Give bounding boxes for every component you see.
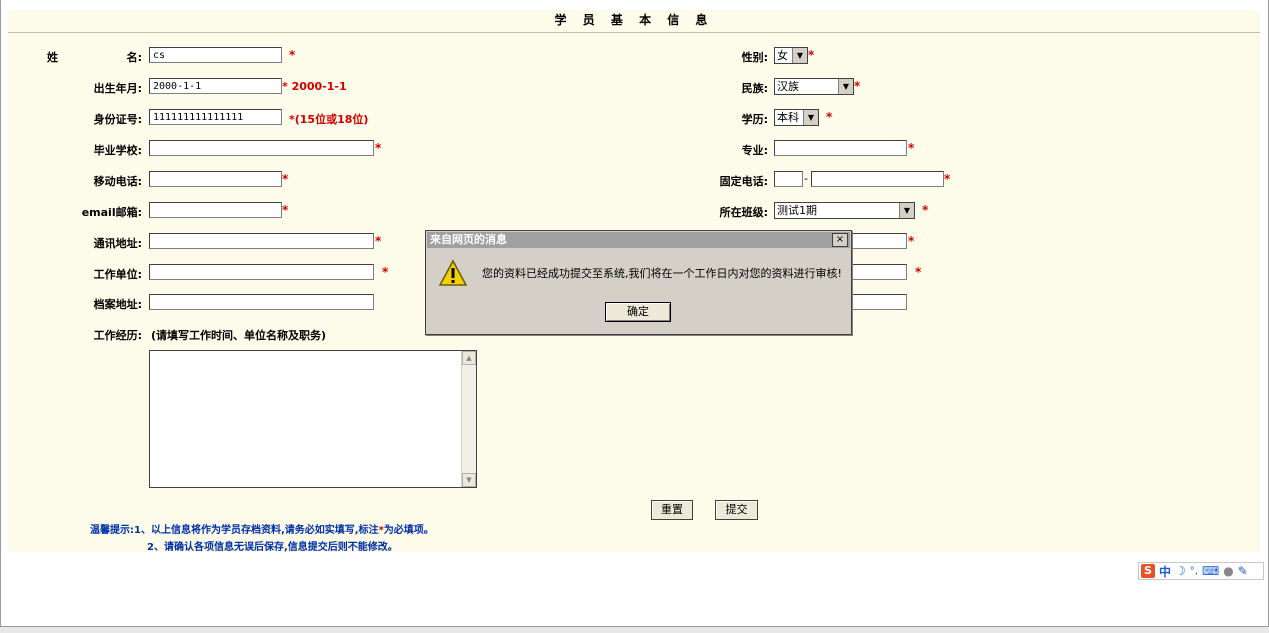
warning-icon [438,259,468,286]
scroll-up-arrow-icon[interactable]: ▲ [462,351,476,365]
education-label: 学历: [741,113,768,126]
experience-label: 工作经历: [93,329,142,342]
dropdown-arrow-icon: ▼ [899,203,914,218]
address-label: 通讯地址: [93,237,142,250]
right-field-1-required-mark: * [908,234,915,248]
alert-dialog: 来自网页的消息 × 您的资料已经成功提交至系统,我们将在一个工作日内对您的资料进… [425,230,852,335]
right-field-2-input[interactable] [850,264,907,280]
gender-select[interactable]: 女 ▼ [774,47,808,64]
close-icon[interactable]: × [832,233,848,247]
class-select-value: 测试1期 [777,204,817,217]
class-label: 所在班级: [719,206,768,219]
ime-mode-indicator[interactable]: 中 [1159,563,1171,580]
birth-label: 出生年月: [93,82,142,95]
dialog-title-text: 来自网页的消息 [430,233,507,246]
idno-format-hint: *(15位或18位) [289,113,369,126]
education-select-value: 本科 [777,111,799,124]
workplace-input[interactable] [149,264,374,280]
education-select[interactable]: 本科 ▼ [774,109,819,126]
birth-input[interactable]: 2000-1-1 [149,78,282,94]
idno-input[interactable]: 111111111111111 [149,109,282,125]
education-required-mark: * [826,110,833,124]
address-required-mark: * [375,234,382,248]
phone-dash: - [804,172,808,185]
nation-select[interactable]: 汉族 ▼ [774,78,854,95]
workplace-label: 工作单位: [93,268,142,281]
name-required-mark: * [289,48,296,62]
nation-label: 民族: [741,82,768,95]
dialog-message: 您的资料已经成功提交至系统,我们将在一个工作日内对您的资料进行审核! [482,267,842,280]
keyboard-icon[interactable]: ⌨ [1202,564,1219,578]
birth-format-hint: * 2000-1-1 [282,80,347,93]
nation-select-value: 汉族 [777,80,799,93]
wrench-icon[interactable]: ✎ [1238,564,1248,578]
school-input[interactable] [149,140,374,156]
address-input[interactable] [149,233,374,249]
moon-icon[interactable]: ☽ [1175,564,1186,578]
name-label-second: 名: [126,51,142,64]
tips-text-1b: 为必填项。 [383,525,434,536]
reset-button[interactable]: 重置 [651,500,693,520]
email-label: email邮箱: [81,206,142,219]
form-title: 学 员 基 本 信 息 [8,10,1260,33]
major-label: 专业: [741,144,768,157]
school-label: 毕业学校: [93,144,142,157]
punctuation-icon[interactable]: °, [1190,566,1198,577]
email-input[interactable] [149,202,282,218]
right-field-1-input[interactable] [850,233,907,249]
tips-line-2: 2、请确认各项信息无误后保存,信息提交后则不能修改。 [147,542,398,553]
mobile-required-mark: * [282,172,289,186]
dropdown-arrow-icon: ▼ [792,48,807,63]
gender-required-mark: * [808,48,815,62]
school-required-mark: * [375,141,382,155]
scroll-down-arrow-icon[interactable]: ▼ [462,473,476,487]
tips-text-1a: 1、以上信息将作为学员存档资料,请务必如实填写,标注 [134,525,379,536]
sogou-logo-icon[interactable]: S [1141,564,1155,578]
archive-input[interactable] [149,294,374,310]
experience-hint: (请填写工作时间、单位名称及职务) [151,329,327,342]
user-icon[interactable]: ● [1223,564,1233,578]
phone-number-input[interactable] [811,171,944,187]
gender-label: 性别: [741,51,768,64]
idno-label: 身份证号: [93,113,142,126]
email-required-mark: * [282,203,289,217]
tips-prefix: 温馨提示: [90,525,134,536]
experience-textarea[interactable]: ▲ ▼ [149,350,477,488]
textarea-scrollbar[interactable]: ▲ ▼ [461,351,476,487]
mobile-input[interactable] [149,171,282,187]
ok-button[interactable]: 确定 [605,302,671,322]
workplace-required-mark: * [382,265,389,279]
tips-line-1: 温馨提示:1、以上信息将作为学员存档资料,请务必如实填写,标注*为必填项。 [90,521,434,536]
name-label-first: 姓 [47,51,58,64]
major-required-mark: * [908,141,915,155]
name-input[interactable]: cs [149,47,282,63]
nation-required-mark: * [854,79,861,93]
ime-toolbar[interactable]: S 中 ☽ °, ⌨ ● ✎ [1138,562,1264,580]
dialog-title: 来自网页的消息 [427,232,850,248]
dropdown-arrow-icon: ▼ [803,110,818,125]
right-field-2-required-mark: * [915,265,922,279]
submit-button[interactable]: 提交 [715,500,758,520]
phone-label: 固定电话: [719,175,768,188]
mobile-label: 移动电话: [93,175,142,188]
right-field-3-input[interactable] [850,294,907,310]
major-input[interactable] [774,140,907,156]
class-required-mark: * [922,203,929,217]
archive-label: 档案地址: [93,298,142,311]
phone-area-input[interactable] [774,171,803,187]
dropdown-arrow-icon: ▼ [838,79,853,94]
class-select[interactable]: 测试1期 ▼ [774,202,915,219]
gender-select-value: 女 [777,49,788,62]
phone-required-mark: * [944,172,951,186]
